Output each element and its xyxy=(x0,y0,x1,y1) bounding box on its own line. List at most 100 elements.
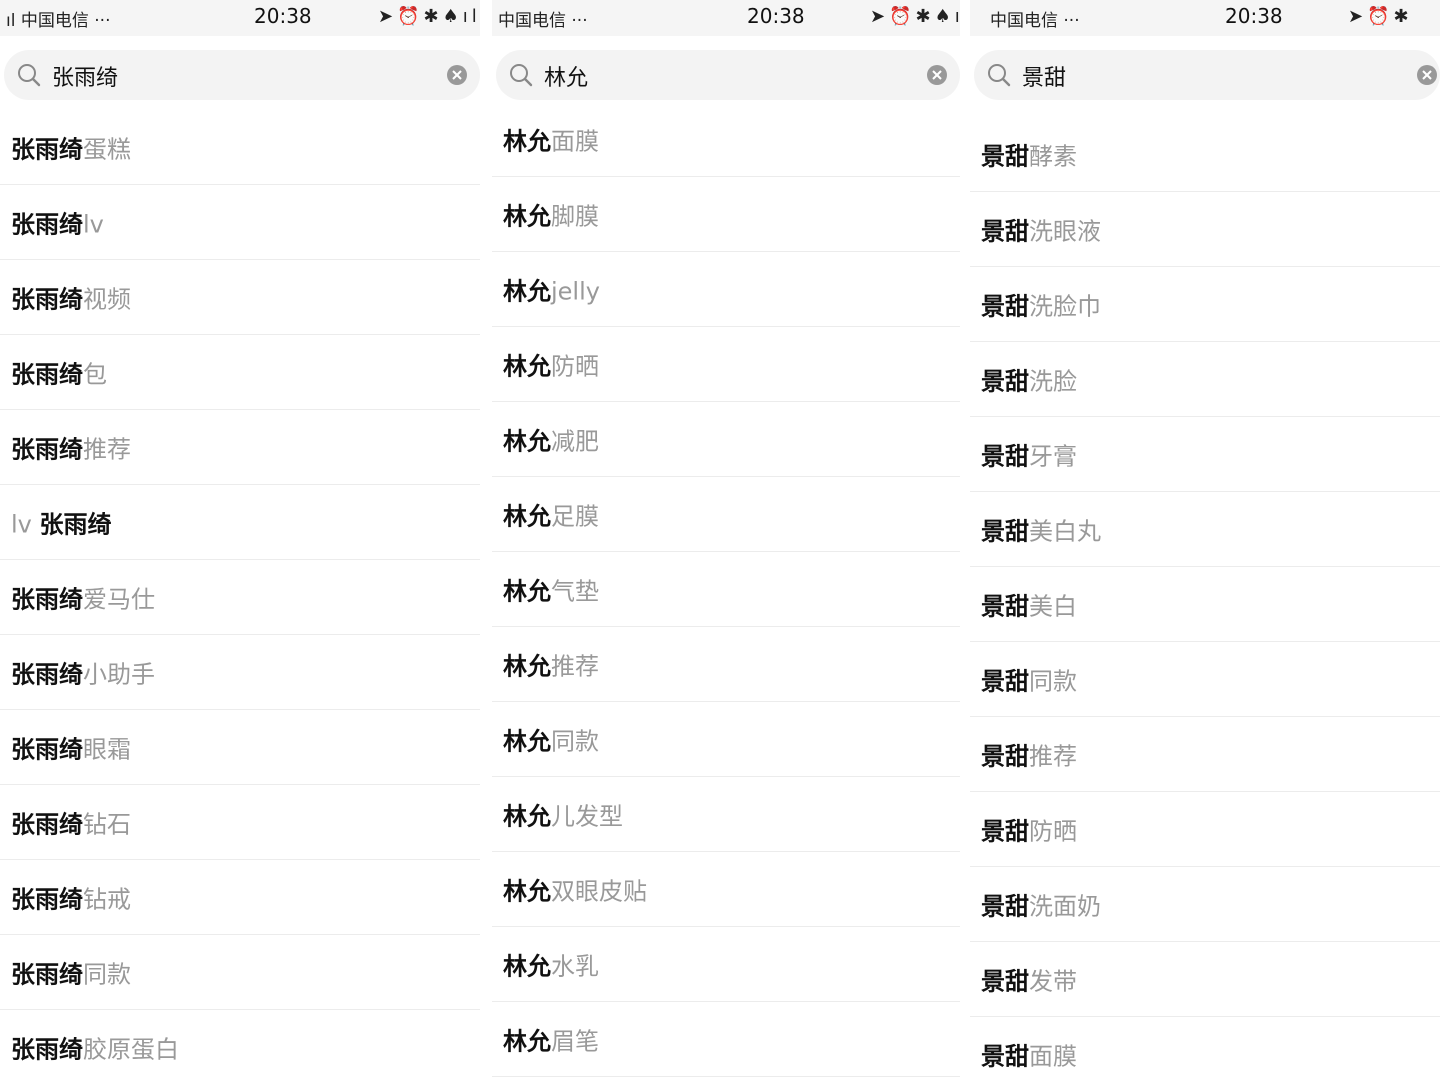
search-icon xyxy=(510,64,533,87)
suggestion-suffix: 小助手 xyxy=(83,660,155,689)
suggestion-keyword: 张雨绮 xyxy=(11,285,83,314)
suggestion-item[interactable]: 张雨绮蛋糕 xyxy=(0,110,480,185)
bluetooth-icon: ✱ xyxy=(423,6,443,27)
suggestion-item[interactable]: 景甜面膜 xyxy=(970,1017,1440,1080)
suggestion-item[interactable]: 景甜牙膏 xyxy=(970,417,1440,492)
search-bar[interactable]: 林允 xyxy=(496,50,960,100)
suggestion-suffix: 钻戒 xyxy=(83,885,131,914)
suggestion-item[interactable]: 景甜同款 xyxy=(970,642,1440,717)
suggestion-item[interactable]: 张雨绮同款 xyxy=(0,935,480,1010)
suggestion-suffix: 蛋糕 xyxy=(83,135,131,164)
suggestion-item[interactable]: 景甜洗脸巾 xyxy=(970,267,1440,342)
bluetooth-icon: ✱ xyxy=(915,6,935,27)
suggestion-item[interactable]: 林允脚膜 xyxy=(492,177,960,252)
suggestion-item[interactable]: 景甜防晒 xyxy=(970,792,1440,867)
suggestion-keyword: 景甜 xyxy=(981,1042,1029,1071)
suggestion-item[interactable]: 景甜美白 xyxy=(970,567,1440,642)
suggestion-suffix: 面膜 xyxy=(551,127,599,156)
suggestion-keyword: 张雨绮 xyxy=(11,210,83,239)
clear-icon[interactable] xyxy=(1416,64,1438,86)
suggestion-item[interactable]: 张雨绮钻石 xyxy=(0,785,480,860)
suggestion-item[interactable]: 林允面膜 xyxy=(492,102,960,177)
suggestion-item[interactable]: 林允气垫 xyxy=(492,552,960,627)
suggestion-item[interactable]: 张雨绮小助手 xyxy=(0,635,480,710)
suggestion-keyword: 景甜 xyxy=(981,367,1029,396)
search-input[interactable]: 张雨绮 xyxy=(52,60,118,92)
search-input[interactable]: 景甜 xyxy=(1022,60,1066,92)
clock: 20:38 xyxy=(1225,4,1283,28)
suggestion-suffix: 减肥 xyxy=(551,427,599,456)
suggestion-prefix: lv xyxy=(11,510,40,539)
more-dots: ··· xyxy=(94,11,111,31)
suggestion-suffix: 牙膏 xyxy=(1029,442,1077,471)
suggestion-keyword: 景甜 xyxy=(981,142,1029,171)
suggestion-item[interactable]: 景甜发带 xyxy=(970,942,1440,1017)
suggestion-keyword: 林允 xyxy=(503,802,551,831)
suggestion-suffix: 洗面奶 xyxy=(1029,892,1101,921)
suggestion-item[interactable]: 张雨绮爱马仕 xyxy=(0,560,480,635)
suggestion-keyword: 林允 xyxy=(503,727,551,756)
search-bar[interactable]: 景甜 xyxy=(974,50,1440,100)
suggestion-item[interactable]: 林允足膜 xyxy=(492,477,960,552)
suggestion-keyword: 张雨绮 xyxy=(11,660,83,689)
suggestion-item[interactable]: 景甜美白丸 xyxy=(970,492,1440,567)
suggestion-item[interactable]: 张雨绮lv xyxy=(0,185,480,260)
suggestion-item[interactable]: 林允同款 xyxy=(492,702,960,777)
suggestion-suffix: 视频 xyxy=(83,285,131,314)
suggestion-keyword: 张雨绮 xyxy=(11,810,83,839)
suggestion-suffix: 包 xyxy=(83,360,107,389)
suggestion-item[interactable]: 张雨绮胶原蛋白 xyxy=(0,1010,480,1080)
clear-icon[interactable] xyxy=(446,64,468,86)
suggestion-suffix: 同款 xyxy=(551,727,599,756)
suggestion-item[interactable]: 景甜推荐 xyxy=(970,717,1440,792)
suggestion-suffix: 酵素 xyxy=(1029,142,1077,171)
suggestion-keyword: 张雨绮 xyxy=(39,510,112,539)
suggestion-item[interactable]: 张雨绮眼霜 xyxy=(0,710,480,785)
suggestion-suffix: 防晒 xyxy=(551,352,599,381)
suggestion-item[interactable]: 景甜洗面奶 xyxy=(970,867,1440,942)
suggestion-suffix: 面膜 xyxy=(1029,1042,1077,1071)
suggestion-item[interactable]: 林允双眼皮贴 xyxy=(492,852,960,927)
suggestion-keyword: 景甜 xyxy=(981,742,1029,771)
suggestion-keyword: 景甜 xyxy=(981,442,1029,471)
more-dots: ··· xyxy=(1063,11,1080,31)
clear-icon[interactable] xyxy=(926,64,948,86)
carrier-group: 中国电信 ··· xyxy=(498,6,588,31)
suggestion-item[interactable]: 林允防晒 xyxy=(492,327,960,402)
suggestion-item[interactable]: lv 张雨绮 xyxy=(0,485,480,560)
suggestion-keyword: 林允 xyxy=(503,952,551,981)
carrier-group: 中国电信 ··· xyxy=(990,6,1080,31)
suggestion-item[interactable]: 林允减肥 xyxy=(492,402,960,477)
suggestion-keyword: 景甜 xyxy=(981,592,1029,621)
suggestion-keyword: 林允 xyxy=(503,277,551,306)
suggestion-item[interactable]: 林允儿发型 xyxy=(492,777,960,852)
suggestion-keyword: 林允 xyxy=(503,502,551,531)
suggestion-keyword: 景甜 xyxy=(981,292,1029,321)
suggestion-item[interactable]: 林允jelly xyxy=(492,252,960,327)
suggestion-item[interactable]: 景甜酵素 xyxy=(970,117,1440,192)
suggestion-item[interactable]: 张雨绮推荐 xyxy=(0,410,480,485)
suggestion-suffix: 同款 xyxy=(1029,667,1077,696)
suggestion-keyword: 景甜 xyxy=(981,217,1029,246)
suggestion-item[interactable]: 林允推荐 xyxy=(492,627,960,702)
suggestion-item[interactable]: 张雨绮包 xyxy=(0,335,480,410)
suggestion-item[interactable]: 景甜洗脸 xyxy=(970,342,1440,417)
suggestion-suffix: 推荐 xyxy=(1029,742,1077,771)
suggestion-item[interactable]: 林允水乳 xyxy=(492,927,960,1002)
suggestion-item[interactable]: 景甜洗眼液 xyxy=(970,192,1440,267)
search-input[interactable]: 林允 xyxy=(544,60,588,92)
search-bar[interactable]: 张雨绮 xyxy=(4,50,480,100)
suggestion-keyword: 张雨绮 xyxy=(11,135,83,164)
suggestion-item[interactable]: 林允眉笔 xyxy=(492,1002,960,1077)
suggestion-suffix: 足膜 xyxy=(551,502,599,531)
suggestion-keyword: 张雨绮 xyxy=(11,885,83,914)
suggestion-item[interactable]: 张雨绮视频 xyxy=(0,260,480,335)
suggestion-item[interactable]: 张雨绮钻戒 xyxy=(0,860,480,935)
suggestion-suffix: 眉笔 xyxy=(551,1027,599,1056)
suggestion-suffix: lv xyxy=(83,210,104,239)
suggestion-keyword: 张雨绮 xyxy=(11,360,83,389)
suggestion-suffix: 脚膜 xyxy=(551,202,599,231)
clock: 20:38 xyxy=(254,4,312,28)
suggestion-suffix: 眼霜 xyxy=(83,735,131,764)
suggestion-keyword: 景甜 xyxy=(981,517,1029,546)
